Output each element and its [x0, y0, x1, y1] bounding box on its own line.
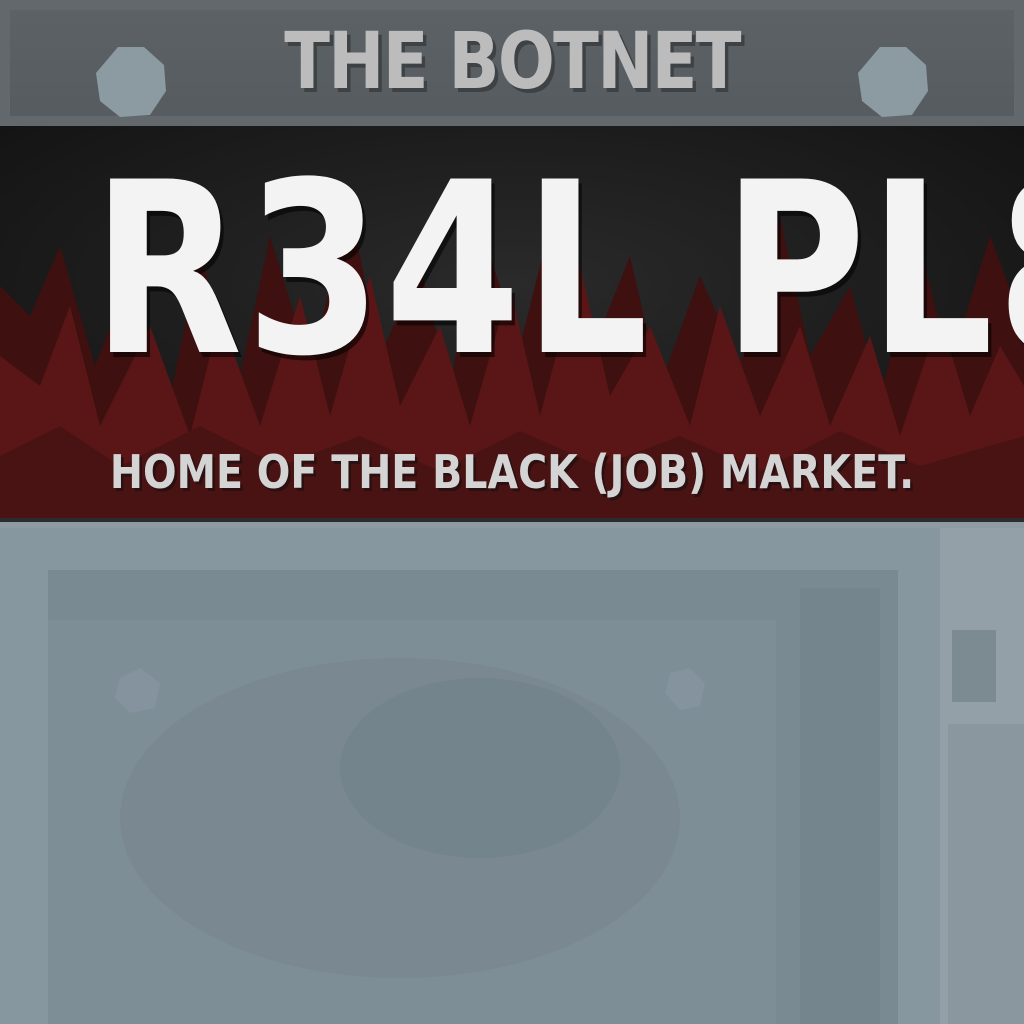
lower-frame [0, 528, 940, 1024]
plate-main-band: R34L PL8 HOME OF THE BLACK (JOB) MARKET. [0, 126, 1024, 520]
plate-slogan: HOME OF THE BLACK (JOB) MARKET. [109, 445, 915, 499]
plate-number: R34L PL8 [92, 132, 1024, 409]
plate-header-band: THE BOTNET [0, 0, 1024, 126]
license-plate-texture: THE BOTNET R34L PL8 HOME OF THE BLACK (J… [0, 0, 1024, 1024]
lower-texture-area [0, 522, 1024, 1024]
edge-strip [948, 724, 1024, 1024]
lower-side-strip [800, 588, 880, 1024]
faded-print-smudge [115, 658, 705, 978]
edge-notch [952, 630, 996, 702]
plate-header-title: THE BOTNET [284, 17, 741, 107]
